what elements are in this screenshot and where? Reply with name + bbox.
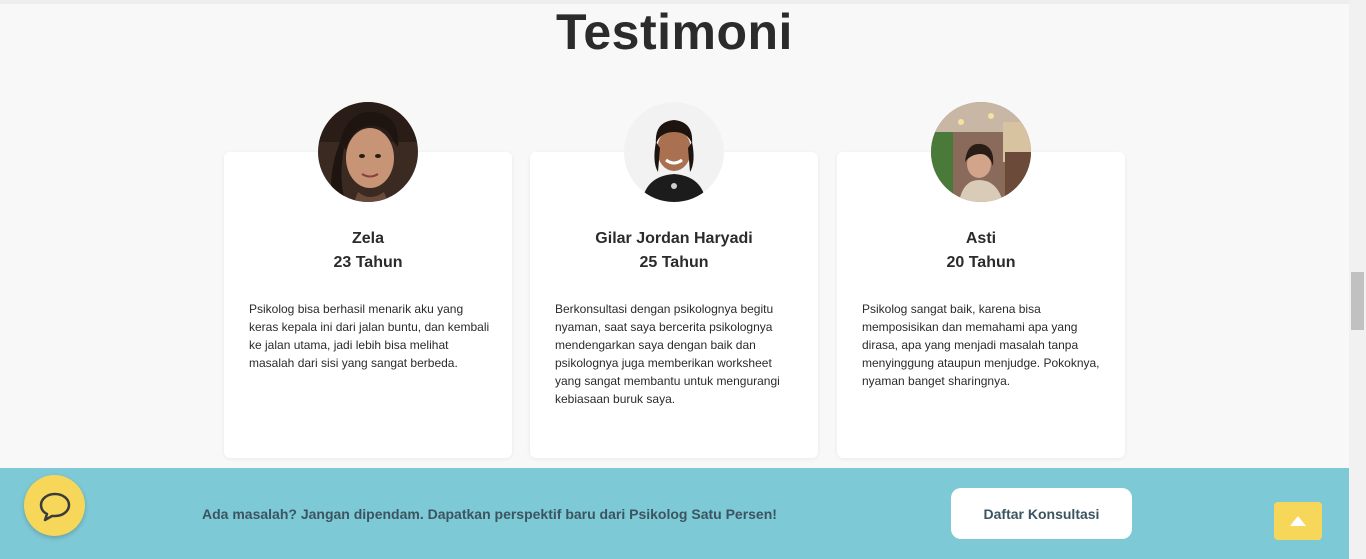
chat-button[interactable] [24, 475, 85, 536]
avatar [931, 102, 1031, 202]
testimonial-age: 25 Tahun [639, 254, 709, 271]
daftar-konsultasi-button[interactable]: Daftar Konsultasi [951, 488, 1132, 539]
testimonial-name: Asti [965, 230, 997, 247]
scrollbar-thumb[interactable] [1351, 272, 1364, 330]
chat-bubble-icon [39, 492, 70, 521]
testimonial-age: 20 Tahun [946, 254, 1016, 271]
testimonial-text: Berkonsultasi dengan psikolognya begitu … [555, 302, 780, 406]
chevron-up-icon [1290, 516, 1306, 526]
testimonial-text: Psikolog bisa berhasil menarik aku yang … [249, 302, 490, 370]
testimonial-age: 23 Tahun [333, 254, 403, 271]
testimonial-text: Psikolog sangat baik, karena bisa mempos… [862, 302, 1100, 388]
section-title: Testimoni [556, 4, 793, 60]
cta-message: Ada masalah? Jangan dipendam. Dapatkan p… [202, 506, 777, 522]
avatar [318, 102, 418, 202]
testimonial-name: Zela [351, 230, 384, 247]
avatar [624, 102, 724, 202]
testimonial-name: Gilar Jordan Haryadi [595, 230, 753, 247]
back-to-top-button[interactable] [1274, 502, 1322, 540]
